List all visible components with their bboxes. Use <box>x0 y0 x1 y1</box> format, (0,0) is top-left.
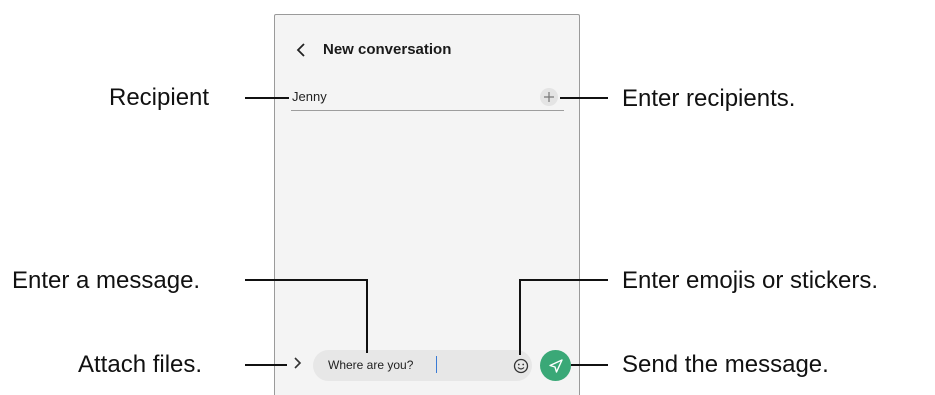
leader-enter-emojis-h <box>519 279 608 281</box>
recipient-underline <box>291 110 564 111</box>
leader-recipient <box>245 97 289 99</box>
emoji-icon[interactable] <box>512 357 530 375</box>
callout-enter-message: Enter a message. <box>12 267 201 294</box>
back-icon[interactable] <box>291 40 311 60</box>
leader-enter-recipients <box>560 97 608 99</box>
add-recipient-icon[interactable] <box>540 88 558 106</box>
callout-enter-recipients: Enter recipients. <box>622 85 796 112</box>
send-button[interactable] <box>540 350 571 381</box>
leader-attach-files <box>245 364 287 366</box>
text-caret <box>436 356 437 373</box>
recipient-field[interactable]: Jenny <box>292 89 327 105</box>
callout-recipient: Recipient <box>109 84 210 111</box>
paper-plane-icon <box>548 358 563 373</box>
attach-icon[interactable] <box>289 355 305 371</box>
leader-enter-message-v <box>366 279 368 353</box>
callout-enter-emojis: Enter emojis or stickers. <box>622 267 879 294</box>
page-title: New conversation <box>323 41 452 58</box>
callout-attach-files: Attach files. <box>78 351 203 378</box>
callout-send-message: Send the message. <box>622 351 829 378</box>
phone-screen <box>274 14 580 395</box>
leader-enter-emojis-v <box>519 279 521 355</box>
message-text[interactable]: Where are you? <box>328 357 413 373</box>
leader-enter-message-h <box>245 279 368 281</box>
leader-send-message <box>571 364 608 366</box>
